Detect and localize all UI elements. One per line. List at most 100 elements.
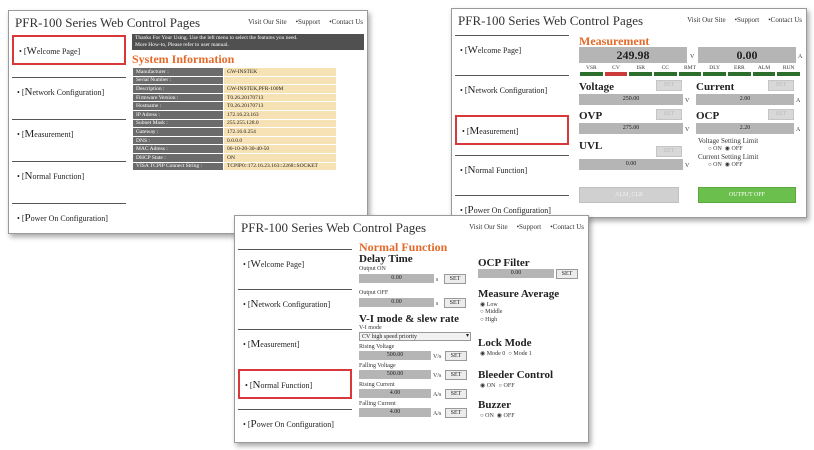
uvl-setting-field[interactable]: 0.00 [579,159,683,170]
status-indicator-label: CC [661,65,669,71]
ocp-filter-set-button[interactable]: SET [556,269,578,279]
status-indicator-label: RUN [782,65,795,71]
welcome-content: Thanks For Your Using. Use the left menu… [132,34,364,172]
visit-site-link[interactable]: Visit Our Site [469,223,507,231]
voltage-label: Voltage [579,81,615,93]
info-row: Firmware Version : T0.26.20170713 [132,92,337,103]
current-setting-field[interactable]: 2.00 [696,94,794,105]
buzzer-off-radio[interactable]: ◉ [497,413,502,419]
uvl-set-button[interactable]: SET [656,146,682,157]
info-value: GW-INSTEK,PFR-100M [223,84,337,94]
info-row: VISA TCPIP Connect String : TCPIP0::172.1… [132,161,337,172]
nav-welcome-page[interactable]: • [Welcome Page] [12,35,126,65]
voltage-reading-unit: V [690,54,695,60]
status-led [752,72,776,76]
avg-low-radio[interactable]: ◉ Low [480,301,498,308]
nav-network-configuration[interactable]: • [Network Configuration] [12,77,126,107]
ovp-setting-field[interactable]: 275.00 [579,123,683,134]
system-info-table: Manufacturer : GW-INSTEK Serial Number : De… [132,67,337,172]
falling-voltage-set-button[interactable]: SET [445,370,467,380]
bleeder-on-radio[interactable]: ◉ [480,383,485,389]
nav-welcome-page[interactable]: • [Welcome Page] [238,249,352,279]
ocp-filter-field[interactable]: 0.00 [478,269,554,278]
nav-measurement[interactable]: • [Measurement] [238,329,352,359]
ocp-set-button[interactable]: SET [768,109,794,120]
normal-function-panel: PFR-100 Series Web Control Pages Visit O… [234,215,589,443]
current-reading: 0.00 [698,47,796,63]
nav-measurement[interactable]: • [Measurement] [455,115,569,145]
vi-mode-label: V-I mode [359,325,382,331]
notice-line-1: Thanks For Your Using. Use the left menu… [135,35,298,41]
nav-welcome-page[interactable]: • [Welcome Page] [455,35,569,65]
current-reading-unit: A [798,54,803,60]
info-value: 0.0.0.0 [223,135,337,146]
status-led [604,72,628,76]
lock-mode-1-radio[interactable]: ○ [508,351,512,357]
radio-empty-icon: ○ [480,317,484,323]
info-value: T0.26.20170713 [223,92,337,103]
header-bar: PFR-100 Series Web Control Pages Visit O… [452,9,806,29]
buzzer-on-radio[interactable]: ○ [480,413,484,419]
ocp-setting-field[interactable]: 2.20 [696,123,794,134]
rising-current-set-button[interactable]: SET [445,389,467,399]
contact-link[interactable]: •Contact Us [329,18,363,26]
contact-link[interactable]: •Contact Us [550,223,584,231]
falling-current-set-button[interactable]: SET [445,408,467,418]
support-link[interactable]: •Support [296,18,321,26]
ocp-label: OCP [696,110,720,122]
ovp-set-button[interactable]: SET [656,109,682,120]
current-limit-off-radio[interactable]: ◉ [725,162,730,168]
nav-normal-function[interactable]: • [Normal Function] [12,161,126,191]
nav-normal-function[interactable]: • [Normal Function] [238,369,352,399]
voltage-set-button[interactable]: SET [656,80,682,91]
status-indicator: ERR [727,65,752,76]
status-led [629,72,652,76]
rising-current-field[interactable]: 4.00 [359,389,431,398]
alarm-clear-button[interactable]: ALM_CLR [579,187,679,203]
output-off-set-button[interactable]: SET [444,298,466,308]
output-on-label: Output ON [359,266,386,272]
status-led [580,72,603,76]
falling-voltage-label: Falling Voltage [359,363,396,369]
nav-measurement[interactable]: • [Measurement] [12,119,126,149]
nav-network-configuration[interactable]: • [Network Configuration] [238,289,352,319]
info-row: Subnet Mask :255.255.128.0 [132,118,337,129]
nav-normal-function[interactable]: • [Normal Function] [455,155,569,185]
voltage-limit-on-radio[interactable]: ○ [708,146,712,152]
vi-mode-select[interactable]: CV high speed priority ▾ [359,332,471,341]
avg-middle-radio[interactable]: ○ Middle [480,309,502,315]
bleeder-off-radio[interactable]: ○ [498,383,502,389]
ocp-filter-heading: OCP Filter [478,257,530,269]
status-led [777,72,800,76]
nav-network-configuration[interactable]: • [Network Configuration] [455,75,569,105]
voltage-setting-unit: V [685,98,690,104]
avg-high-radio[interactable]: ○ High [480,317,497,323]
rising-voltage-field[interactable]: 500.00 [359,351,431,360]
support-link[interactable]: •Support [517,223,542,231]
falling-current-field[interactable]: 4.00 [359,408,431,417]
header-links: Visit Our Site •Support •Contact Us [460,223,584,231]
nav-power-on-configuration[interactable]: • [Power On Configuration] [12,203,126,233]
lock-mode-0-radio[interactable]: ◉ [480,351,485,357]
falling-voltage-field[interactable]: 500.00 [359,370,431,379]
voltage-setting-field[interactable]: 250.00 [579,94,683,105]
output-off-field[interactable]: 0.00 [359,298,434,307]
visit-site-link[interactable]: Visit Our Site [687,16,725,24]
current-setting-unit: A [796,98,801,104]
output-off-button[interactable]: OUTPUT OFF [698,187,796,203]
voltage-limit-off-radio[interactable]: ◉ [725,146,730,152]
contact-link[interactable]: •Contact Us [768,16,802,24]
output-on-set-button[interactable]: SET [444,274,466,284]
nav-power-on-configuration[interactable]: • [Power On Configuration] [238,409,352,439]
visit-site-link[interactable]: Visit Our Site [248,18,286,26]
rising-current-unit: A/s [433,392,442,398]
output-on-field[interactable]: 0.00 [359,274,434,283]
current-limit-on-radio[interactable]: ○ [708,162,712,168]
falling-voltage-unit: V/s [433,373,442,379]
info-row: Hostname : T0.26.20170713 [132,101,337,111]
info-key: IP Adress : [132,109,224,120]
radio-selected-icon: ◉ [480,302,486,308]
rising-voltage-set-button[interactable]: SET [445,351,467,361]
support-link[interactable]: •Support [735,16,760,24]
current-set-button[interactable]: SET [768,80,794,91]
